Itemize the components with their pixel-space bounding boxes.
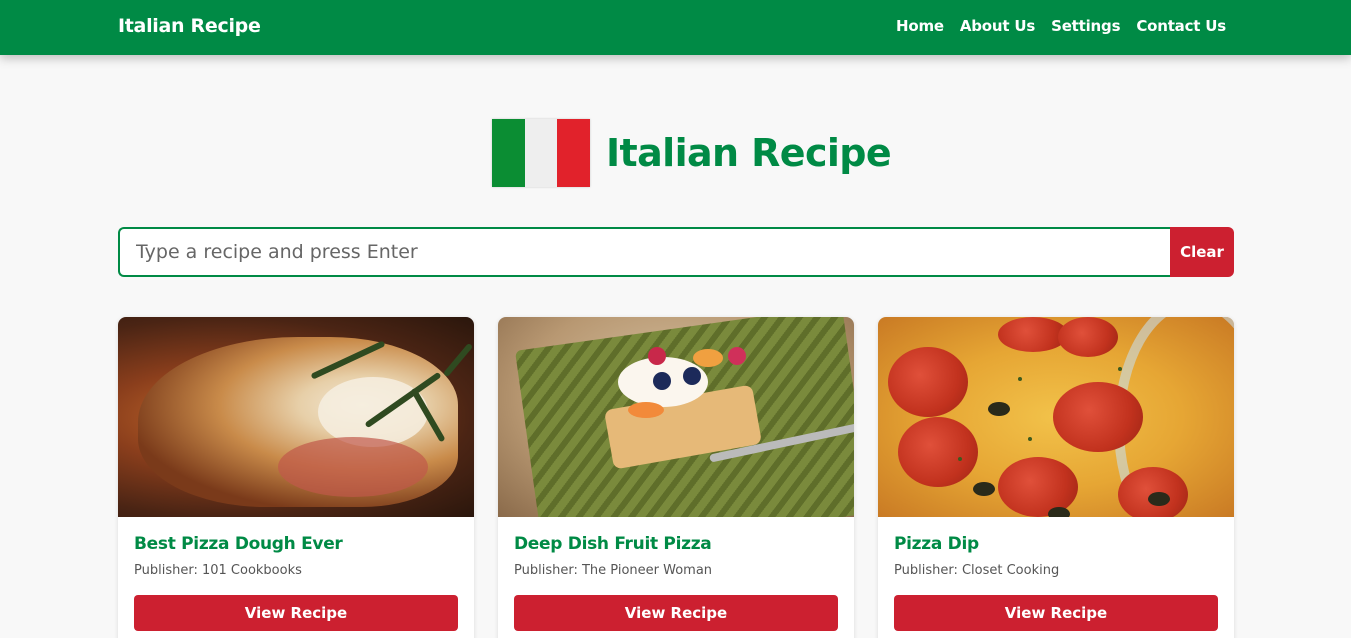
olive-shape — [973, 482, 995, 496]
recipe-card: Pizza Dip Publisher: Closet Cooking View… — [878, 317, 1234, 638]
recipe-publisher: Publisher: The Pioneer Woman — [514, 563, 713, 578]
hero-header: Italian Recipe — [492, 119, 892, 187]
sauce-shape — [278, 437, 428, 497]
recipe-card: Deep Dish Fruit Pizza Publisher: The Pio… — [498, 317, 854, 638]
herb-fleck — [1018, 377, 1022, 381]
pepperoni-shape — [1058, 317, 1118, 357]
pepperoni-shape — [898, 417, 978, 487]
raspberry-shape — [728, 347, 746, 365]
flag-stripe-green — [492, 119, 525, 187]
recipe-publisher: Publisher: Closet Cooking — [894, 563, 1060, 578]
recipe-title[interactable]: Best Pizza Dough Ever — [134, 534, 458, 554]
nav-link-home[interactable]: Home — [896, 17, 944, 35]
search-bar: Clear — [118, 227, 1234, 277]
nav-links: Home About Us Settings Contact Us — [896, 17, 1226, 35]
herb-fleck — [1028, 437, 1032, 441]
flag-stripe-red — [557, 119, 591, 187]
recipe-title[interactable]: Deep Dish Fruit Pizza — [514, 534, 838, 554]
nav-link-contact-us[interactable]: Contact Us — [1136, 17, 1226, 35]
olive-shape — [1148, 492, 1170, 506]
peach-slice-shape — [628, 402, 664, 418]
recipe-image-fruit-pizza[interactable] — [498, 317, 854, 517]
recipe-publisher: Publisher: 101 Cookbooks — [134, 563, 302, 578]
nav-link-settings[interactable]: Settings — [1051, 17, 1120, 35]
search-input[interactable] — [118, 227, 1170, 277]
recipe-image-pizza-dough[interactable] — [118, 317, 474, 517]
herb-fleck — [958, 457, 962, 461]
olive-shape — [1048, 507, 1070, 517]
raspberry-shape — [648, 347, 666, 365]
pepperoni-shape — [888, 347, 968, 417]
peach-slice-shape — [693, 349, 723, 367]
blueberry-shape — [683, 367, 701, 385]
page-title: Italian Recipe — [606, 131, 892, 175]
flag-stripe-white — [524, 119, 558, 187]
italian-flag-icon — [492, 119, 591, 187]
view-recipe-button[interactable]: View Recipe — [134, 595, 458, 631]
olive-shape — [988, 402, 1010, 416]
recipe-image-pizza-dip[interactable] — [878, 317, 1234, 517]
clear-button[interactable]: Clear — [1170, 227, 1234, 277]
recipe-card: Best Pizza Dough Ever Publisher: 101 Coo… — [118, 317, 474, 638]
cheese-shape — [318, 377, 428, 447]
basil-leaf — [442, 342, 474, 378]
nav-link-about-us[interactable]: About Us — [960, 17, 1035, 35]
view-recipe-button[interactable]: View Recipe — [894, 595, 1218, 631]
recipe-title[interactable]: Pizza Dip — [894, 534, 1218, 554]
blueberry-shape — [653, 372, 671, 390]
brand-logo-text[interactable]: Italian Recipe — [118, 15, 261, 37]
view-recipe-button[interactable]: View Recipe — [514, 595, 838, 631]
recipe-card-list: Best Pizza Dough Ever Publisher: 101 Coo… — [118, 317, 1234, 638]
navbar: Italian Recipe Home About Us Settings Co… — [0, 0, 1351, 55]
herb-fleck — [1118, 367, 1122, 371]
pepperoni-shape — [1053, 382, 1143, 452]
